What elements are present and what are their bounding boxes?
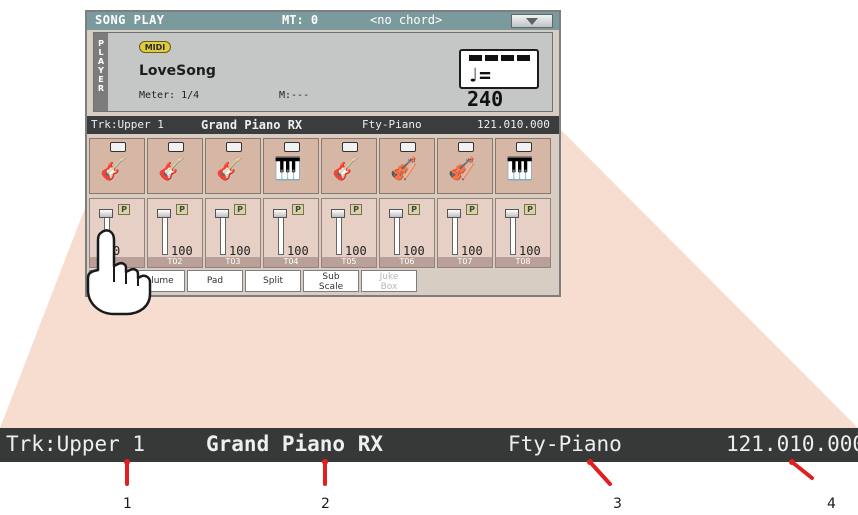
- callout-markers: [124, 459, 814, 486]
- callout-number-3: 3: [613, 496, 622, 512]
- callout-number-2: 2: [321, 496, 330, 512]
- callout-dot-1: [124, 459, 130, 465]
- callout-dot-2: [322, 459, 328, 465]
- callout-number-1: 1: [123, 496, 132, 512]
- callout-line-4: [790, 460, 814, 480]
- callout-dot-3: [587, 459, 593, 465]
- callout-number-4: 4: [827, 496, 836, 512]
- callout-line-3: [588, 460, 612, 486]
- callout-dot-4: [789, 459, 795, 465]
